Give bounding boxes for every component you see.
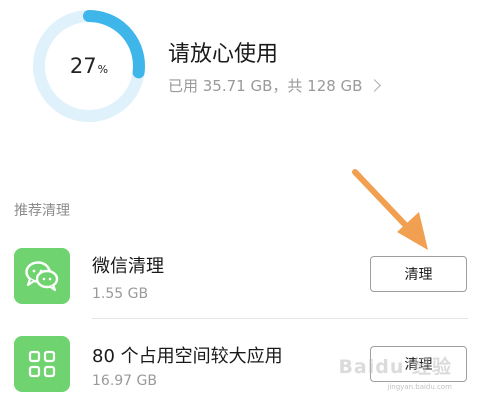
annotation-arrow-icon bbox=[352, 169, 428, 250]
baidu-watermark: Baidu 经验 bbox=[338, 356, 452, 378]
baidu-watermark-url: jingyan.baidu.com bbox=[387, 383, 452, 391]
